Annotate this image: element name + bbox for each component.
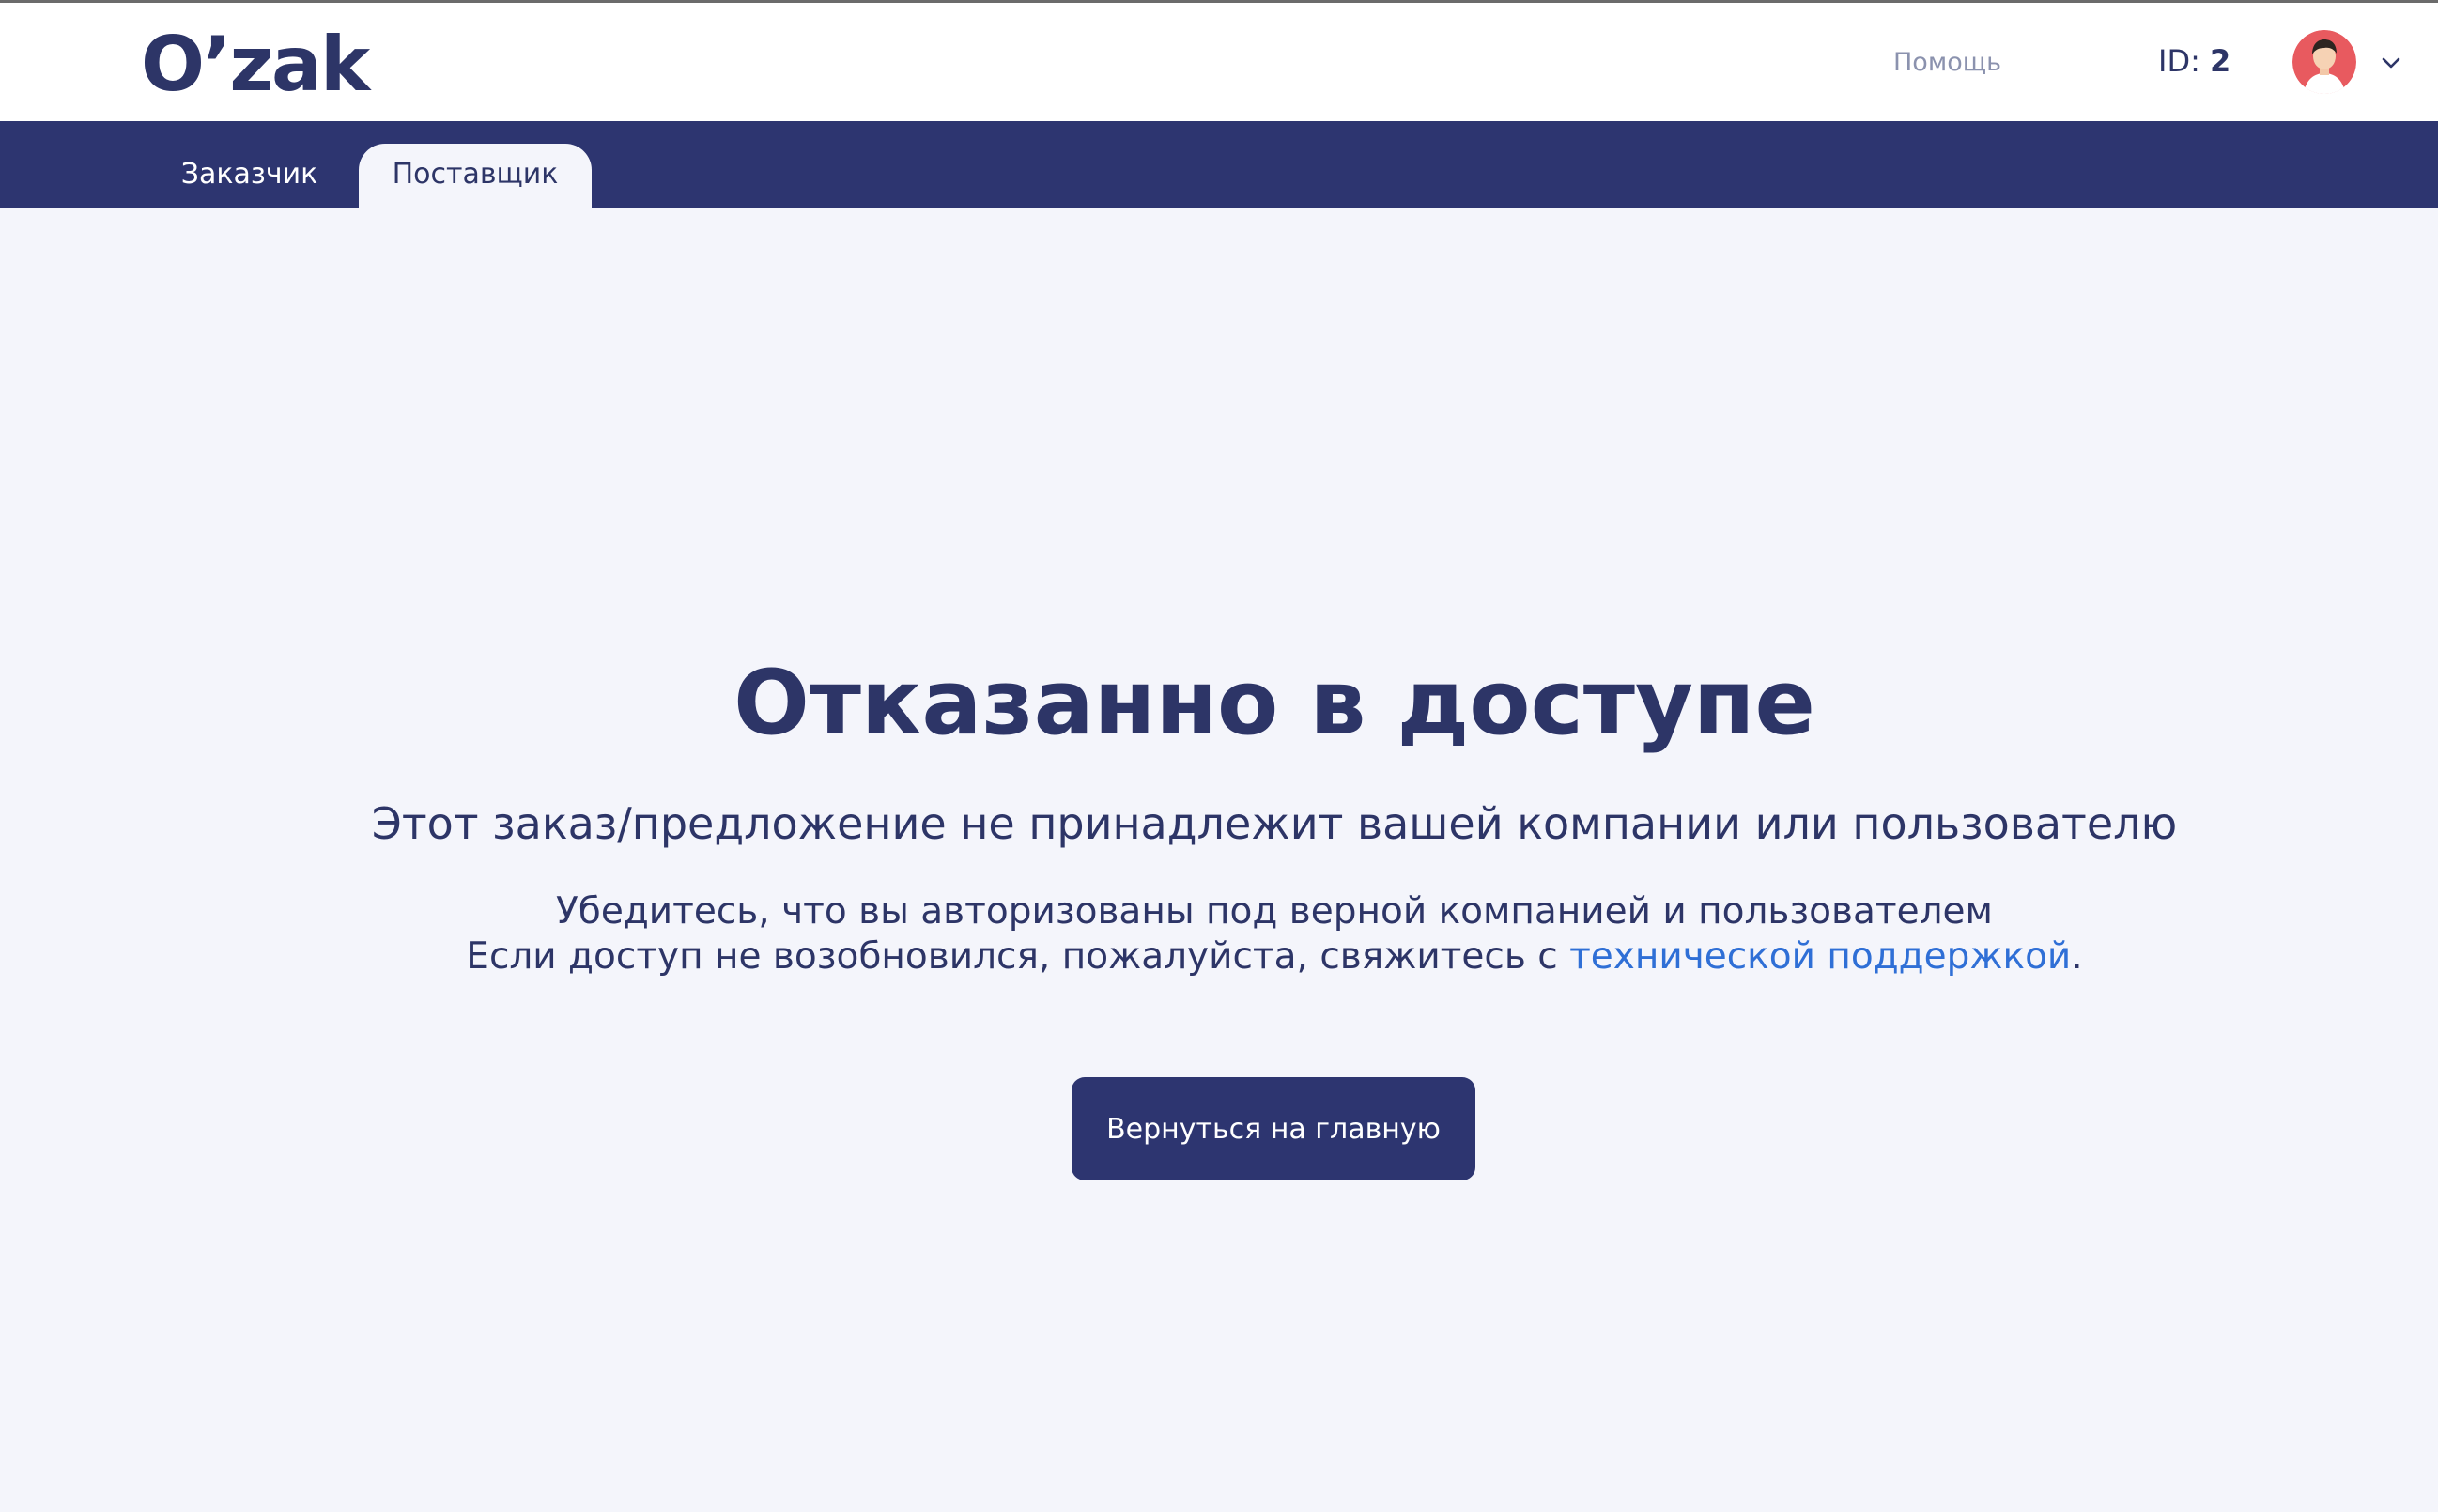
access-denied-panel: Отказанно в доступе Этот заказ/предложен… [0, 208, 2438, 1512]
tab-customer[interactable]: Заказчик [148, 144, 350, 208]
support-link[interactable]: технической поддержкой [1569, 935, 2071, 978]
instructions-line-2-prefix: Если доступ не возобновился, пожалуйста,… [466, 935, 1570, 978]
instructions-line-1: Убедитесь, что вы авторизованы под верно… [556, 890, 1993, 933]
brand-logo[interactable]: O’zak [141, 18, 370, 112]
instructions-line-2-suffix: . [2071, 935, 2083, 978]
tab-supplier[interactable]: Поставщик [359, 144, 592, 208]
user-id-label: ID: [2158, 43, 2200, 79]
back-to-home-button[interactable]: Вернуться на главную [1072, 1077, 1475, 1180]
role-tabs-bar: Заказчик Поставщик [0, 121, 2438, 208]
error-subtitle: Этот заказ/предложение не принадлежит ва… [371, 798, 2178, 849]
chevron-down-icon[interactable] [2380, 52, 2402, 74]
app-header: O’zak Помощь ID: 2 [0, 3, 2438, 121]
user-avatar-icon[interactable] [2292, 30, 2356, 94]
help-link[interactable]: Помощь [1893, 44, 2001, 82]
error-instructions: Убедитесь, что вы авторизованы под верно… [0, 889, 2438, 980]
user-id-value: 2 [2210, 43, 2231, 79]
user-id-display: ID: 2 [2158, 40, 2230, 82]
page-title: Отказанно в доступе [733, 652, 1815, 755]
